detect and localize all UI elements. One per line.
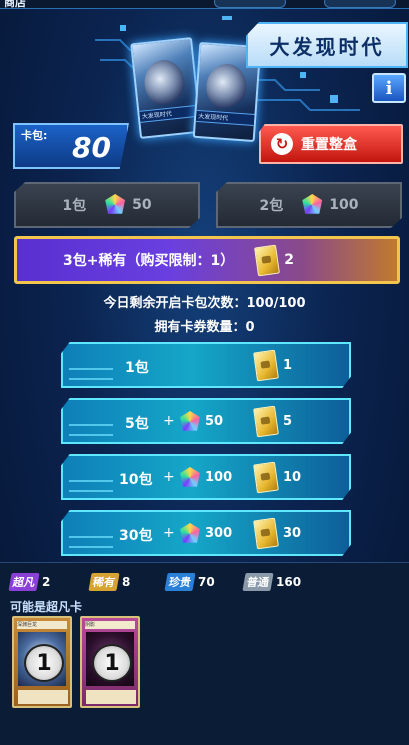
decor-lines [69,424,113,436]
card-thumbnail[interactable]: 阴影 1 [80,616,140,708]
row-pack-count: 5包 [125,416,149,432]
ticket-icon [253,517,279,550]
pack-counter-value: 80 [72,131,111,164]
row-ticket-cost: 30 [283,526,302,541]
card-count-badge: 1 [92,644,132,682]
row-gem-cost: 300 [205,526,233,541]
card-pack-art: 大发现时代 [130,37,202,139]
plus-sign: + [163,525,175,541]
ticket-icon [253,461,279,494]
ticket-icon [253,349,279,382]
pack-counter-label: 卡包: [21,129,48,142]
gem-icon [302,194,323,214]
rarity-count: 160 [276,575,302,589]
buy-1-pack-button[interactable]: 1包 50 [14,182,200,228]
rarity-rare: 稀有 8 [88,573,131,591]
rarity-tag: 稀有 [88,573,120,591]
rarity-common: 普通 160 [242,573,302,591]
card-name: 阴影 [85,621,135,629]
buy-option-label: 2包 [259,198,284,214]
ticket-icon [253,405,279,438]
row-ticket-cost: 10 [283,470,302,485]
dragon-art [142,58,187,109]
buy-30-pack-button[interactable]: 30包 + 300 30 [61,510,351,556]
reset-box-button[interactable]: ↻ 重置整盒 [259,124,403,164]
plus-sign: + [163,413,175,429]
row-pack-count: 10包 [119,472,153,488]
card-thumbnail[interactable]: 深渊巨龙 1 [12,616,72,708]
row-pack-count: 30包 [119,528,153,544]
rarity-tag: 珍贵 [164,573,196,591]
rarity-ultra: 超凡 2 [8,573,51,591]
buy-10-pack-button[interactable]: 10包 + 100 10 [61,454,351,500]
buy-5-pack-button[interactable]: 5包 + 50 5 [61,398,351,444]
featured-rare-button[interactable]: 3包+稀有（购买限制：1） 2 [14,236,400,284]
remaining-opens-text: 今日剩余开启卡包次数：100/100 [103,296,306,311]
buy-option-cost: 50 [132,197,152,213]
tickets-owned-text: 拥有卡券数量：0 [154,320,255,335]
gem-icon [180,523,200,543]
dragon-art [204,62,248,112]
rarity-count: 8 [122,575,131,589]
featured-ticket-cost: 2 [284,252,294,268]
decor-lines [69,368,113,380]
row-ticket-cost: 1 [283,358,293,373]
rarity-tag: 超凡 [8,573,40,591]
pack-counter: 卡包: 80 [13,123,129,169]
buy-option-label: 1包 [62,198,87,214]
rarity-count: 70 [198,575,215,589]
rarity-tag: 普通 [242,573,274,591]
page-title: 大发现时代 [246,22,408,68]
decor-lines [69,480,113,492]
row-gem-cost: 50 [205,414,224,429]
rarity-count: 2 [42,575,51,589]
gem-icon [105,194,126,214]
card-text-box [86,690,136,704]
featured-label: 3包+稀有（购买限制：1） [63,253,235,269]
refresh-icon: ↻ [271,133,293,155]
card-text-box [18,690,68,704]
buy-option-cost: 100 [329,197,359,213]
gem-icon [180,411,200,431]
ticket-icon [254,244,281,276]
plus-sign: + [163,469,175,485]
buy-2-pack-button[interactable]: 2包 100 [216,182,402,228]
gem-icon [180,467,200,487]
possible-ultra-label: 可能是超凡卡 [10,600,83,614]
card-name: 深渊巨龙 [17,621,67,629]
row-gem-cost: 100 [205,470,233,485]
row-pack-count: 1包 [125,360,149,376]
buy-1-pack-ticket-button[interactable]: 1包 1 [61,342,351,388]
row-ticket-cost: 5 [283,414,293,429]
card-count-badge: 1 [24,644,64,682]
rarity-precious: 珍贵 70 [164,573,215,591]
decor-lines [69,536,113,548]
info-button[interactable]: i [372,73,406,103]
reset-box-label: 重置整盒 [301,137,357,153]
